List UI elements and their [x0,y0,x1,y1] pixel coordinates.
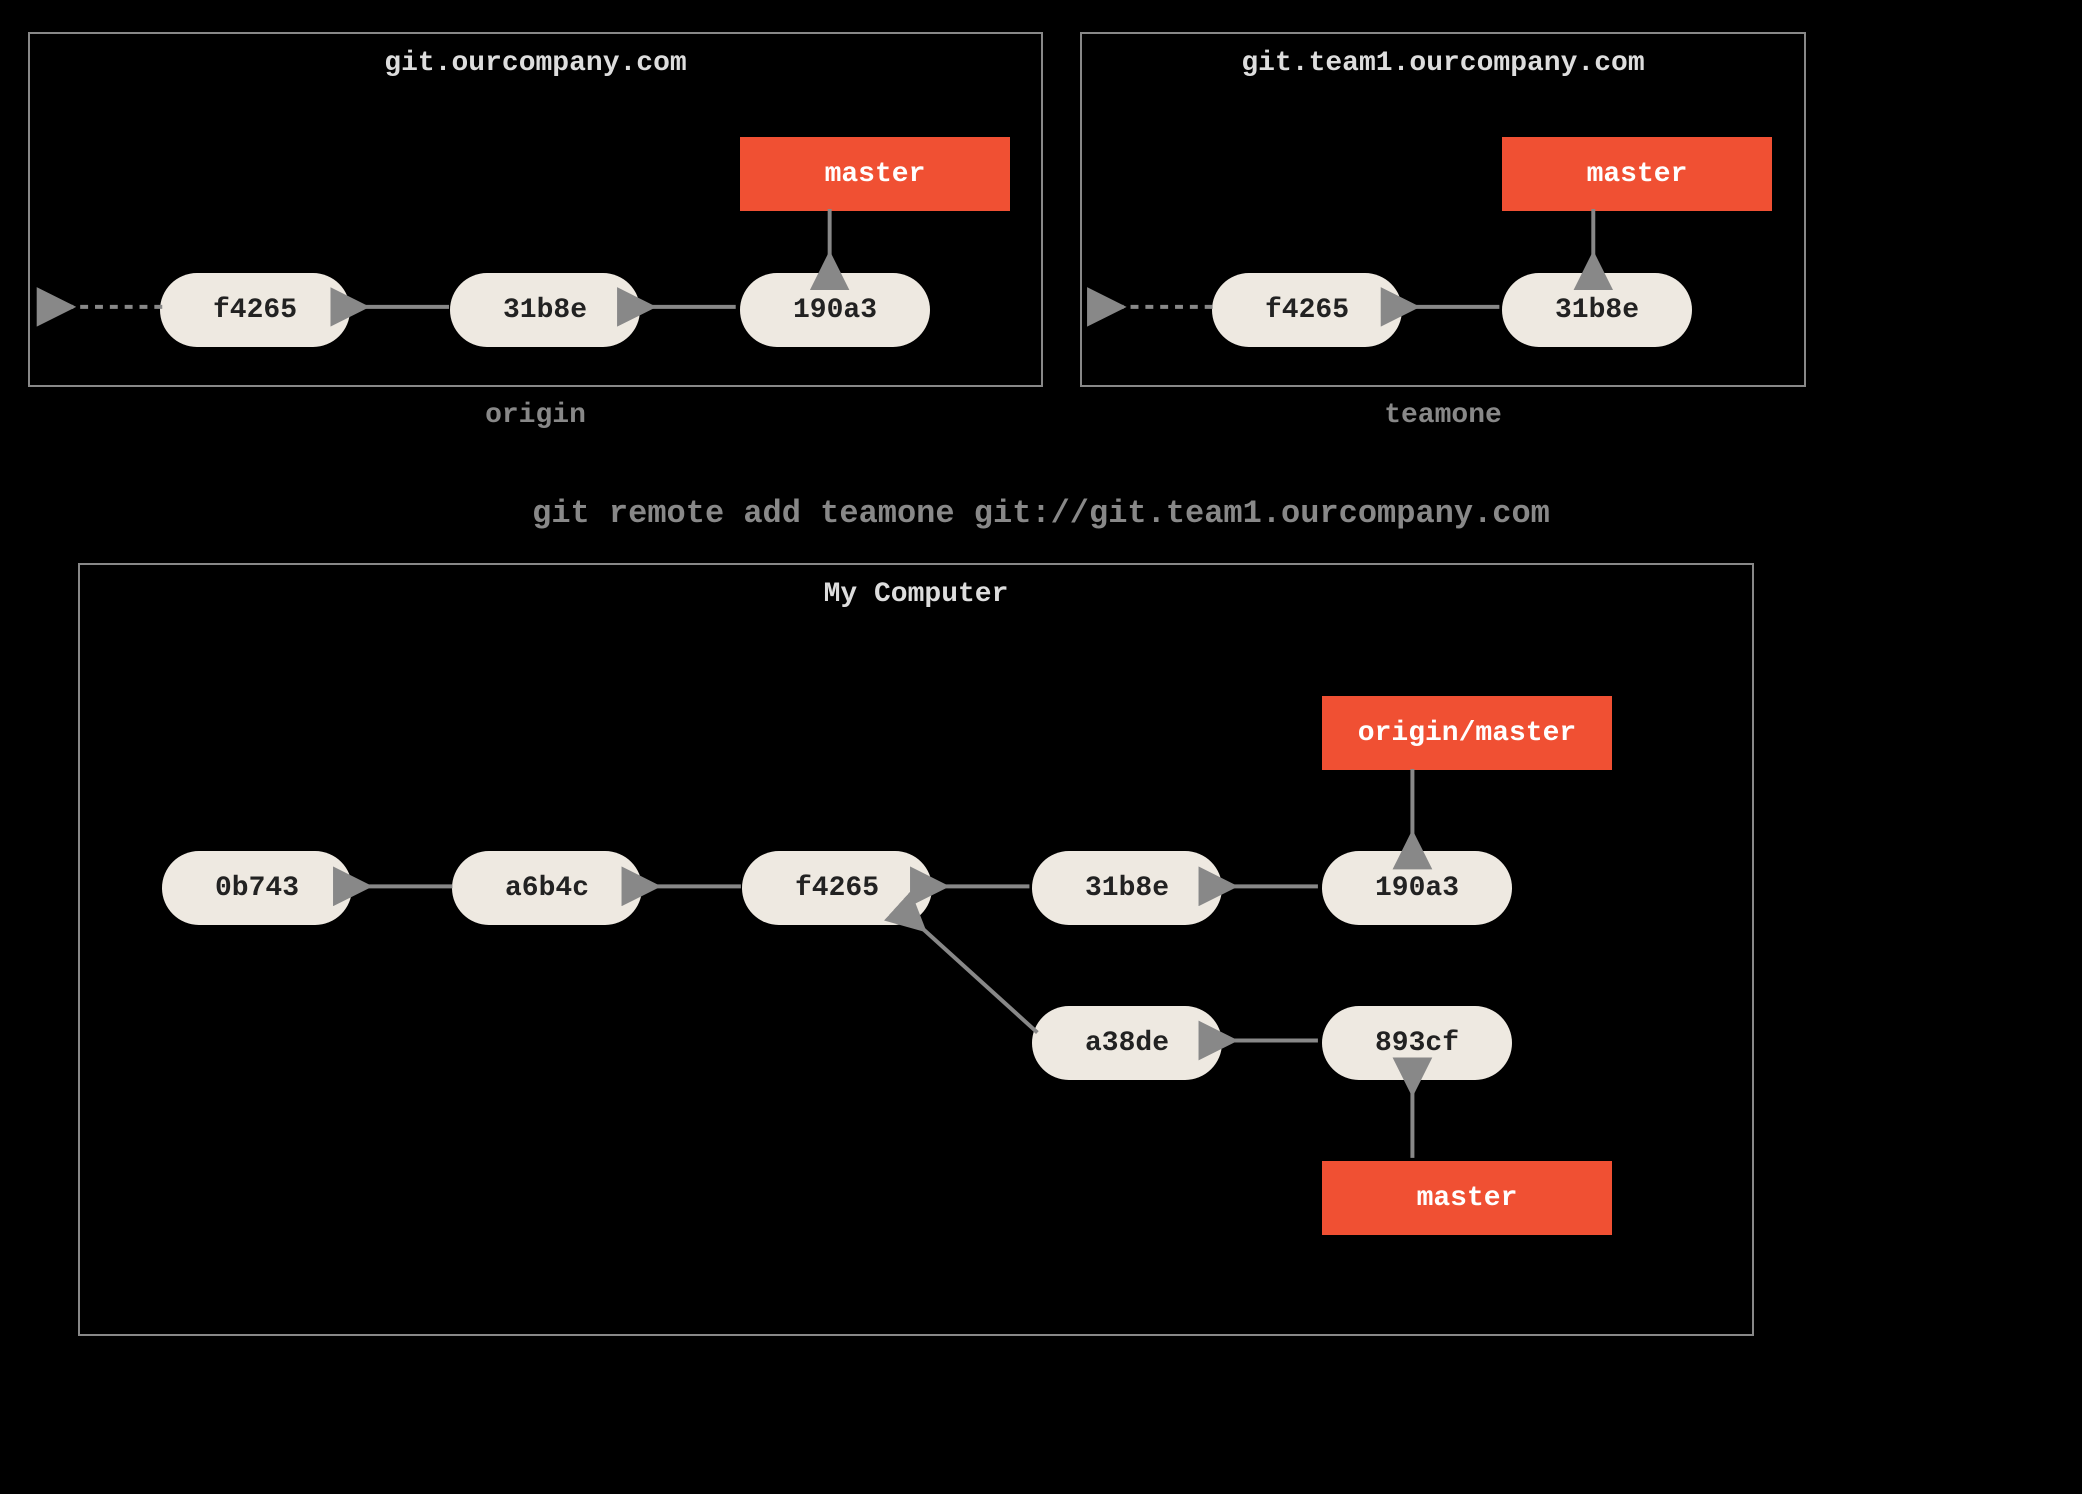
git-command-text: git remote add teamone git://git.team1.o… [0,495,2082,532]
commit-hash: 190a3 [793,295,877,326]
commit-hash: f4265 [213,295,297,326]
commit-hash: 0b743 [215,873,299,904]
commit-hash: 893cf [1375,1028,1459,1059]
teamone-title: git.team1.ourcompany.com [1082,48,1804,79]
branch-name: origin/master [1358,718,1576,749]
commit-node: 190a3 [1322,851,1512,925]
local-panel: My Computer 0b743 a6b4c f4265 31b8e 190a… [78,563,1754,1336]
commit-node: 190a3 [740,273,930,347]
teamone-remote-label: teamone [1080,400,1806,431]
commit-node: 31b8e [1502,273,1692,347]
commit-hash: 31b8e [1555,295,1639,326]
commit-node: 31b8e [450,273,640,347]
branch-label-master: master [1502,137,1772,211]
commit-node: 0b743 [162,851,352,925]
commit-hash: f4265 [795,873,879,904]
commit-node: a38de [1032,1006,1222,1080]
origin-panel: git.ourcompany.com f4265 31b8e 190a3 mas… [28,32,1043,387]
commit-hash: 31b8e [503,295,587,326]
commit-node: 31b8e [1032,851,1222,925]
commit-hash: 31b8e [1085,873,1169,904]
teamone-panel: git.team1.ourcompany.com f4265 31b8e mas… [1080,32,1806,387]
commit-hash: a38de [1085,1028,1169,1059]
origin-title: git.ourcompany.com [30,48,1041,79]
commit-hash: a6b4c [505,873,589,904]
branch-name: master [1587,159,1688,190]
local-title: My Computer [80,579,1752,610]
commit-node: 893cf [1322,1006,1512,1080]
branch-label-master-local: master [1322,1161,1612,1235]
commit-hash: f4265 [1265,295,1349,326]
commit-node: f4265 [742,851,932,925]
branch-name: master [1417,1183,1518,1214]
commit-node: f4265 [1212,273,1402,347]
commit-hash: 190a3 [1375,873,1459,904]
branch-name: master [825,159,926,190]
branch-label-master: master [740,137,1010,211]
origin-remote-label: origin [28,400,1043,431]
commit-node: f4265 [160,273,350,347]
commit-node: a6b4c [452,851,642,925]
branch-label-origin-master: origin/master [1322,696,1612,770]
